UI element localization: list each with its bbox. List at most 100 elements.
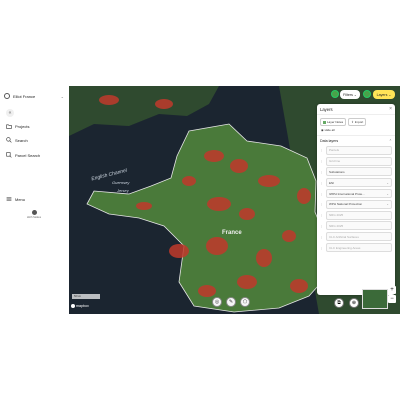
layer-toggle[interactable]: Substations xyxy=(326,167,392,177)
layers-label: Layers xyxy=(376,92,388,97)
layer-notes-button[interactable]: Layer Notes xyxy=(320,118,347,126)
basemap-thumbnail[interactable] xyxy=(362,289,388,309)
menu-icon xyxy=(6,196,12,202)
import-button[interactable]: ⇪ Import xyxy=(348,118,367,126)
mapbox-wordmark: mapbox xyxy=(76,304,89,308)
layer-toggle[interactable]: CLC Engineering Areas xyxy=(326,243,392,253)
app-frame: Elliot France ⌄ « Projects Search Parcel… xyxy=(0,86,400,314)
org-switcher[interactable]: Elliot France ⌄ xyxy=(4,91,64,101)
sidebar-item-parcel-search[interactable]: Parcel Search xyxy=(6,152,40,158)
menu-button[interactable]: Menu xyxy=(6,196,25,202)
layer-row[interactable]: ⋮ NRG 2025 xyxy=(317,210,395,221)
chevron-up-icon: ⌃ xyxy=(388,139,392,143)
layer-row[interactable]: ⋮ CLC Artificial Surfaces xyxy=(317,231,395,242)
mapbox-logo: mapbox xyxy=(71,304,89,308)
notes-icon xyxy=(323,120,326,124)
drag-handle-icon[interactable]: ⋮ xyxy=(320,159,324,163)
layer-toggle[interactable]: NRG 2025 xyxy=(326,221,392,231)
org-name: Elliot France xyxy=(13,93,36,99)
layers-panel: Layers × Layer Notes ⇪ Import ◉ Hide all… xyxy=(317,104,395,295)
draw-icon[interactable]: ✎ xyxy=(226,297,236,307)
polygon-icon[interactable]: ⬠ xyxy=(240,297,250,307)
zoom-controls: + − xyxy=(388,286,396,303)
sidebar: Elliot France ⌄ « Projects Search Parcel… xyxy=(0,86,70,314)
layer-notes-label: Layer Notes xyxy=(327,120,344,124)
close-icon[interactable]: × xyxy=(389,106,392,112)
hide-all-button[interactable]: ◉ Hide all xyxy=(317,127,395,133)
chevron-down-icon: ⌄ xyxy=(353,92,357,97)
layer-label: Grid line xyxy=(329,159,341,164)
layer-toggle[interactable]: IWPH International Prote... ⌄ xyxy=(326,189,392,199)
map-label-jersey: Jersey xyxy=(117,188,129,193)
layer-toggle[interactable]: Parcels xyxy=(326,145,392,155)
eye-icon: ◉ xyxy=(321,128,324,132)
street-view-button[interactable]: ⧉ xyxy=(334,298,344,308)
map-style-button[interactable] xyxy=(363,90,371,98)
chevron-down-icon[interactable]: ⌄ xyxy=(386,181,389,185)
layer-row[interactable]: ⋮ Parcels xyxy=(317,145,395,156)
mapbox-logo-icon xyxy=(71,304,75,308)
collapse-sidebar-button[interactable]: « xyxy=(6,109,14,117)
map-scale: 50 km xyxy=(72,294,100,299)
layers-panel-toolbar: Layer Notes ⇪ Import xyxy=(317,115,395,127)
drag-handle-icon[interactable]: ⋮ xyxy=(320,213,324,217)
sidebar-item-search[interactable]: Search xyxy=(6,137,28,143)
map-label-country: France xyxy=(222,230,242,236)
sidebar-item-projects[interactable]: Projects xyxy=(6,123,29,129)
zoom-in-button[interactable]: + xyxy=(388,286,396,294)
layers-button[interactable]: Layers ⌄ xyxy=(373,90,395,99)
layers-panel-title: Layers xyxy=(320,106,333,112)
sidebar-item-label: Search xyxy=(15,137,28,143)
drag-handle-icon[interactable]: ⋮ xyxy=(320,235,324,239)
layer-toggle[interactable]: CLC Artificial Surfaces xyxy=(326,232,392,242)
layer-row[interactable]: ⋮ WPH National Protection ⌄ xyxy=(317,199,395,210)
filters-label: Filters xyxy=(343,92,353,97)
avatar xyxy=(31,210,37,215)
layer-row[interactable]: ⋮ ENI ⌄ xyxy=(317,177,395,188)
user-name: Hirth Stokes xyxy=(26,216,42,219)
parcel-search-icon xyxy=(6,152,12,158)
data-layers-header[interactable]: Data layers ⌃ xyxy=(317,135,395,145)
hide-all-label: Hide all xyxy=(324,128,335,132)
map-mode-button[interactable] xyxy=(331,90,339,98)
layer-toggle[interactable]: NRG 2025 xyxy=(326,210,392,220)
layer-row[interactable]: ⋮ Grid line xyxy=(317,156,395,167)
chevron-updown-icon: ⌄ xyxy=(60,93,64,99)
layer-row[interactable]: ⋮ CLC Engineering Areas xyxy=(317,242,395,253)
target-icon[interactable]: ◎ xyxy=(212,297,222,307)
search-icon xyxy=(6,137,12,143)
zoom-out-button[interactable]: − xyxy=(388,295,396,303)
drag-handle-icon[interactable]: ⋮ xyxy=(320,202,324,206)
compass-button[interactable]: ⊕ xyxy=(349,298,359,308)
user-profile[interactable]: Hirth Stokes xyxy=(26,210,42,219)
drag-handle-icon[interactable]: ⋮ xyxy=(320,246,324,250)
layer-toggle[interactable]: ENI ⌄ xyxy=(326,178,392,188)
filters-button[interactable]: Filters ⌄ xyxy=(340,90,360,99)
layers-panel-header: Layers × xyxy=(317,104,395,115)
drag-handle-icon[interactable]: ⋮ xyxy=(320,148,324,152)
layer-row[interactable]: ⋮ Substations xyxy=(317,167,395,178)
sidebar-item-label: Projects xyxy=(15,123,30,129)
layer-label: NRG 2025 xyxy=(329,213,344,218)
layer-row[interactable]: ⋮ NRG 2025 xyxy=(317,221,395,232)
import-label: Import xyxy=(354,120,364,124)
upload-icon: ⇪ xyxy=(351,120,354,124)
chevron-down-icon[interactable]: ⌄ xyxy=(386,202,389,206)
drag-handle-icon[interactable]: ⋮ xyxy=(320,192,324,196)
map-bottom-toolbar: ◎ ✎ ⬠ xyxy=(212,297,250,307)
layer-toggle[interactable]: WPH National Protection ⌄ xyxy=(326,199,392,209)
folder-icon xyxy=(6,123,12,129)
drag-handle-icon[interactable]: ⋮ xyxy=(320,224,324,228)
layer-toggle[interactable]: Grid line xyxy=(326,156,392,166)
sidebar-item-label: Parcel Search xyxy=(15,152,41,158)
layer-row[interactable]: ⋮ IWPH International Prote... ⌄ xyxy=(317,188,395,199)
drag-handle-icon[interactable]: ⋮ xyxy=(320,181,324,185)
drag-handle-icon[interactable]: ⋮ xyxy=(320,170,324,174)
menu-label: Menu xyxy=(15,196,26,202)
layer-label: ENI xyxy=(329,180,335,185)
chevron-down-icon[interactable]: ⌄ xyxy=(386,192,389,196)
layer-label: CLC Engineering Areas xyxy=(329,245,361,250)
layer-label: WPH National Protection xyxy=(329,202,363,207)
layer-label: NRG 2025 xyxy=(329,223,344,228)
layer-label: IWPH International Prote... xyxy=(329,191,365,196)
